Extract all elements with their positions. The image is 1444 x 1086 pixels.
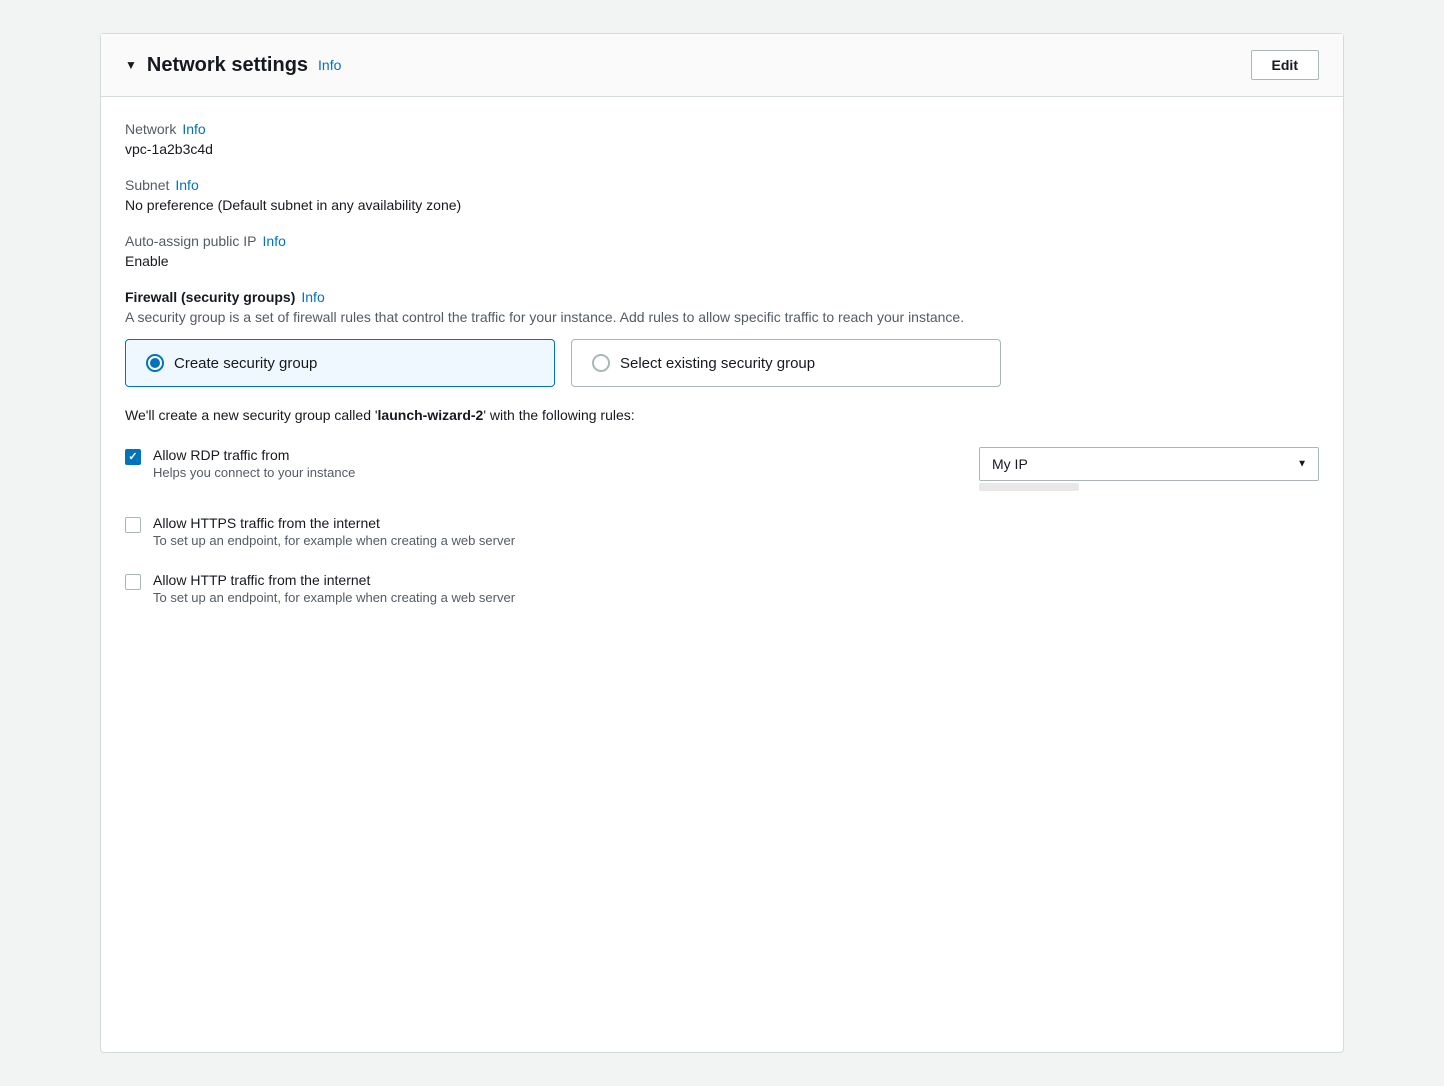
rdp-label: Allow RDP traffic from xyxy=(153,447,947,463)
select-radio-circle xyxy=(592,354,610,372)
network-settings-card: ▼ Network settings Info Edit Network Inf… xyxy=(100,33,1344,1053)
auto-assign-field-group: Auto-assign public IP Info Enable xyxy=(125,233,1319,269)
rdp-dropdown-container: My IP Anywhere Custom ▼ xyxy=(979,447,1319,481)
subnet-label: Subnet Info xyxy=(125,177,1319,193)
rdp-sublabel: Helps you connect to your instance xyxy=(153,465,947,480)
https-label: Allow HTTPS traffic from the internet xyxy=(153,515,1319,531)
create-security-group-option[interactable]: Create security group xyxy=(125,339,555,387)
card-header-left: ▼ Network settings Info xyxy=(125,54,341,77)
rdp-dropdown-wrap: My IP Anywhere Custom ▼ xyxy=(979,447,1319,491)
https-checkbox[interactable] xyxy=(125,517,141,533)
network-label: Network Info xyxy=(125,121,1319,137)
firewall-description: A security group is a set of firewall ru… xyxy=(125,309,1319,325)
auto-assign-label: Auto-assign public IP Info xyxy=(125,233,1319,249)
network-field-group: Network Info vpc-1a2b3c4d xyxy=(125,121,1319,157)
page-title: Network settings xyxy=(147,54,308,77)
http-checkbox[interactable] xyxy=(125,574,141,590)
subnet-field-group: Subnet Info No preference (Default subne… xyxy=(125,177,1319,213)
subnet-info-link[interactable]: Info xyxy=(175,177,198,193)
sg-creation-description: We'll create a new security group called… xyxy=(125,407,1319,423)
select-security-group-label: Select existing security group xyxy=(620,355,815,372)
select-security-group-option[interactable]: Select existing security group xyxy=(571,339,1001,387)
firewall-label: Firewall (security groups) Info xyxy=(125,289,1319,305)
auto-assign-info-link[interactable]: Info xyxy=(263,233,286,249)
network-info-link[interactable]: Info xyxy=(182,121,205,137)
rdp-rule-row: Allow RDP traffic from Helps you connect… xyxy=(153,447,1319,491)
rules-section: Allow RDP traffic from Helps you connect… xyxy=(125,447,1319,605)
rdp-checkbox[interactable] xyxy=(125,449,141,465)
http-checkbox-wrap xyxy=(125,574,141,590)
card-body: Network Info vpc-1a2b3c4d Subnet Info No… xyxy=(101,97,1343,661)
http-rule-item: Allow HTTP traffic from the internet To … xyxy=(125,572,1319,605)
edit-button[interactable]: Edit xyxy=(1251,50,1319,80)
firewall-info-link[interactable]: Info xyxy=(301,289,324,305)
security-group-radio-group: Create security group Select existing se… xyxy=(125,339,1319,387)
create-security-group-label: Create security group xyxy=(174,355,317,372)
ip-value-placeholder xyxy=(979,483,1079,491)
rdp-rule-item: Allow RDP traffic from Helps you connect… xyxy=(125,447,1319,491)
header-info-link[interactable]: Info xyxy=(318,57,341,73)
collapse-icon[interactable]: ▼ xyxy=(125,58,137,72)
sg-name: launch-wizard-2 xyxy=(378,407,484,423)
http-sublabel: To set up an endpoint, for example when … xyxy=(153,590,1319,605)
firewall-field-group: Firewall (security groups) Info A securi… xyxy=(125,289,1319,605)
subnet-value: No preference (Default subnet in any ava… xyxy=(125,197,1319,213)
create-radio-circle xyxy=(146,354,164,372)
card-header: ▼ Network settings Info Edit xyxy=(101,34,1343,97)
sg-desc-suffix: ' with the following rules: xyxy=(483,407,634,423)
rdp-text: Allow RDP traffic from Helps you connect… xyxy=(153,447,947,480)
rdp-source-dropdown[interactable]: My IP Anywhere Custom xyxy=(979,447,1319,481)
http-text: Allow HTTP traffic from the internet To … xyxy=(153,572,1319,605)
sg-desc-prefix: We'll create a new security group called… xyxy=(125,407,378,423)
http-label: Allow HTTP traffic from the internet xyxy=(153,572,1319,588)
rdp-checkbox-wrap xyxy=(125,449,141,465)
https-rule-item: Allow HTTPS traffic from the internet To… xyxy=(125,515,1319,548)
https-text: Allow HTTPS traffic from the internet To… xyxy=(153,515,1319,548)
auto-assign-value: Enable xyxy=(125,253,1319,269)
network-value: vpc-1a2b3c4d xyxy=(125,141,1319,157)
https-sublabel: To set up an endpoint, for example when … xyxy=(153,533,1319,548)
https-checkbox-wrap xyxy=(125,517,141,533)
